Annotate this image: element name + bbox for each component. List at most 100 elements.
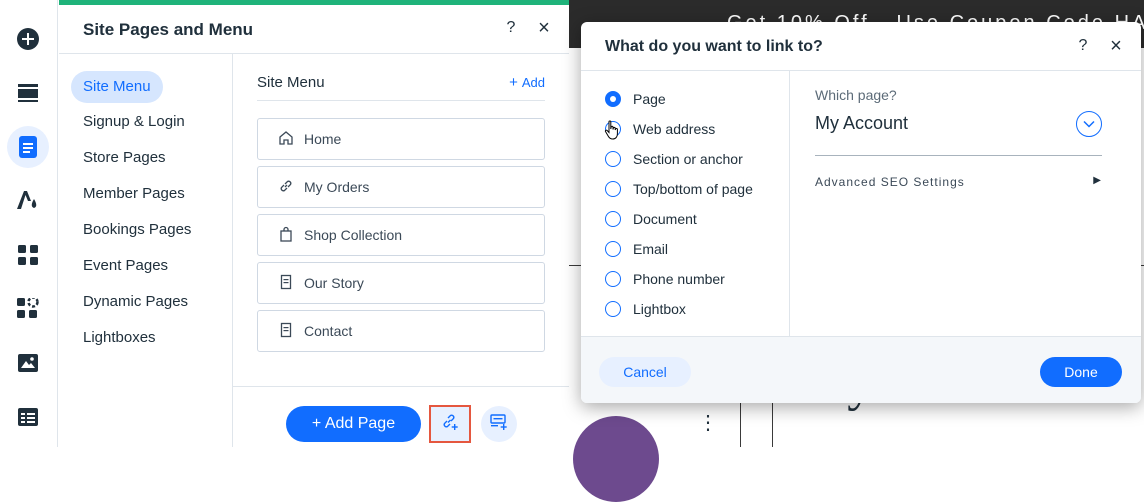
nav-item-site-menu[interactable]: Site Menu <box>71 71 163 103</box>
dialog-footer: Cancel Done <box>581 336 1141 403</box>
nav-item-dynamic-pages[interactable]: Dynamic Pages <box>83 292 188 312</box>
table-icon <box>18 408 38 426</box>
radio-button[interactable] <box>605 181 621 197</box>
menu-item-label: Contact <box>304 323 353 339</box>
pages-menu-button[interactable] <box>7 126 49 168</box>
business-apps-button[interactable] <box>7 288 49 330</box>
site-menu-list: Site Menu + Add Home My Orders Shop Coll… <box>233 54 569 386</box>
dialog-header: What do you want to link to? ? × <box>581 22 1141 71</box>
plus-icon: + <box>509 74 518 91</box>
option-label: Section or anchor <box>633 151 743 167</box>
pages-icon <box>19 136 37 158</box>
link-type-options: Page Web address Section or anchor Top/b… <box>581 71 790 336</box>
close-icon[interactable]: × <box>1105 35 1127 57</box>
nav-item-bookings-pages[interactable]: Bookings Pages <box>83 220 191 240</box>
option-label: Web address <box>633 121 716 137</box>
panel-nav: Site Menu Signup & Login Store Pages Mem… <box>59 54 233 447</box>
help-icon[interactable]: ? <box>1072 35 1094 57</box>
menu-item-home[interactable]: Home <box>257 118 545 160</box>
panel-title: Site Pages and Menu <box>83 20 254 39</box>
menu-item-label: My Orders <box>304 179 370 195</box>
nav-item-signup-login[interactable]: Signup & Login <box>83 112 185 132</box>
apps-button[interactable] <box>7 234 49 276</box>
option-label: Top/bottom of page <box>633 181 753 197</box>
page-dropdown-value[interactable]: My Account <box>815 113 908 134</box>
option-label: Lightbox <box>633 301 686 317</box>
editor-left-rail <box>0 0 58 447</box>
menu-item-label: Shop Collection <box>304 227 403 243</box>
dialog-title: What do you want to link to? <box>605 38 823 55</box>
add-menu-item-link[interactable]: + Add <box>509 74 545 91</box>
nav-item-event-pages[interactable]: Event Pages <box>83 256 168 276</box>
done-button[interactable]: Done <box>1040 357 1122 387</box>
add-icon <box>17 28 39 50</box>
nav-item-lightboxes[interactable]: Lightboxes <box>83 328 156 348</box>
link-icon <box>278 178 294 197</box>
option-top-bottom[interactable]: Top/bottom of page <box>605 181 753 197</box>
theme-button[interactable] <box>7 180 49 222</box>
menu-item-our-story[interactable]: Our Story <box>257 262 545 304</box>
dropdown-underline <box>815 155 1102 156</box>
option-section-anchor[interactable]: Section or anchor <box>605 151 743 167</box>
option-label: Page <box>633 91 666 107</box>
panel-footer: + Add Page <box>233 386 569 447</box>
which-page-label: Which page? <box>815 87 897 103</box>
add-label: Add <box>521 75 545 90</box>
radio-button[interactable] <box>605 271 621 287</box>
sections-icon <box>18 84 38 102</box>
page-selection-panel: Which page? My Account Advanced SEO Sett… <box>791 71 1141 336</box>
theme-icon <box>17 191 39 211</box>
menu-item-shop-collection[interactable]: Shop Collection <box>257 214 545 256</box>
option-web-address[interactable]: Web address <box>605 121 715 137</box>
page-icon <box>278 274 294 293</box>
hand-cursor-icon <box>604 120 620 145</box>
close-icon[interactable]: × <box>533 17 555 39</box>
cancel-button[interactable]: Cancel <box>599 357 691 387</box>
radio-button[interactable] <box>605 241 621 257</box>
link-dialog: What do you want to link to? ? × Page We… <box>581 22 1141 403</box>
menu-item-my-orders[interactable]: My Orders <box>257 166 545 208</box>
option-page[interactable]: Page <box>605 91 666 107</box>
option-email[interactable]: Email <box>605 241 668 257</box>
menu-item-label: Our Story <box>304 275 364 291</box>
add-menu-icon <box>490 413 508 435</box>
add-dropdown-button[interactable] <box>481 406 517 442</box>
add-page-button[interactable]: + Add Page <box>286 406 421 442</box>
home-icon <box>278 130 294 149</box>
option-document[interactable]: Document <box>605 211 697 227</box>
option-label: Email <box>633 241 669 257</box>
nav-item-store-pages[interactable]: Store Pages <box>83 148 166 168</box>
panel-header: Site Pages and Menu ? × <box>59 5 569 54</box>
divider <box>257 100 545 101</box>
help-icon[interactable]: ? <box>500 17 522 39</box>
option-label: Phone number <box>633 271 725 287</box>
more-options-icon[interactable]: ⋮ <box>698 413 718 433</box>
sections-button[interactable] <box>7 72 49 114</box>
option-label: Document <box>633 211 697 227</box>
option-lightbox[interactable]: Lightbox <box>605 301 686 317</box>
menu-item-label: Home <box>304 131 342 147</box>
menu-item-contact[interactable]: Contact <box>257 310 545 352</box>
cms-button[interactable] <box>7 396 49 438</box>
chevron-down-icon[interactable] <box>1076 111 1102 137</box>
seo-label: Advanced SEO Settings <box>815 175 965 189</box>
media-button[interactable] <box>7 342 49 384</box>
radio-button[interactable] <box>605 211 621 227</box>
apps-icon <box>18 245 38 265</box>
option-phone-number[interactable]: Phone number <box>605 271 725 287</box>
add-link-button[interactable] <box>429 405 471 443</box>
radio-button[interactable] <box>605 301 621 317</box>
site-pages-panel: Site Pages and Menu ? × Site Menu Signup… <box>59 0 569 447</box>
nav-item-member-pages[interactable]: Member Pages <box>83 184 185 204</box>
page-icon <box>278 322 294 341</box>
advanced-seo-settings[interactable]: Advanced SEO Settings ▶ <box>815 175 1102 189</box>
puzzle-icon <box>17 298 39 320</box>
media-icon <box>18 354 38 372</box>
add-link-icon <box>441 413 459 436</box>
site-menu-title: Site Menu <box>257 74 325 91</box>
shopping-bag-icon <box>278 226 294 245</box>
radio-button[interactable] <box>605 151 621 167</box>
caret-right-icon: ▶ <box>1093 175 1102 186</box>
add-elements-button[interactable] <box>7 18 49 60</box>
radio-button[interactable] <box>605 91 621 107</box>
